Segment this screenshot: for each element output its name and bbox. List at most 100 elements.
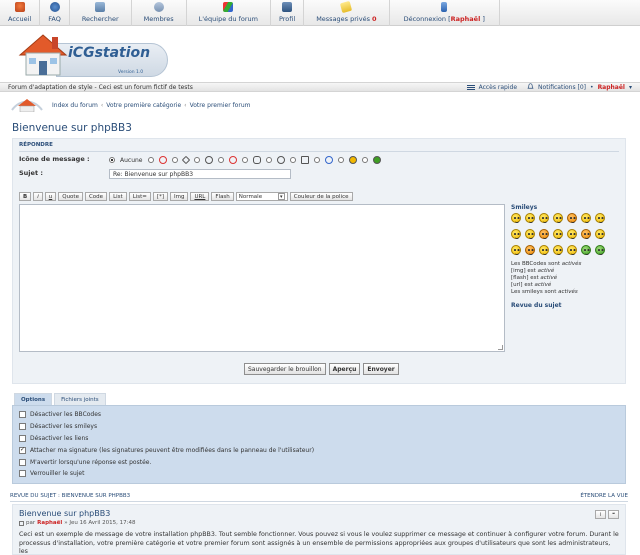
post-icon-radio[interactable] — [147, 157, 154, 163]
smiley-icon[interactable] — [595, 245, 605, 255]
submit-button[interactable]: Envoyer — [363, 363, 399, 375]
smiley-icon[interactable] — [539, 229, 549, 239]
font-color-button[interactable]: Couleur de la police — [289, 192, 353, 201]
option-row[interactable]: M'avertir lorsqu'une réponse est postée. — [19, 456, 619, 468]
post-author[interactable]: Raphaël — [37, 520, 62, 526]
post-icon-radio[interactable] — [289, 157, 296, 163]
speech-bubble-icon — [252, 156, 261, 164]
smiley-icon[interactable] — [525, 229, 535, 239]
nav-team[interactable]: L'équipe du forum — [187, 0, 271, 26]
bold-button[interactable]: B — [19, 192, 32, 201]
quick-access-link[interactable]: Accès rapide — [479, 84, 517, 91]
page-title[interactable]: Bienvenue sur phpBB3 — [12, 122, 132, 134]
italic-button[interactable]: i — [33, 192, 43, 201]
img-button[interactable]: Img — [169, 192, 189, 201]
font-size-select[interactable]: Normale ▾ — [235, 192, 288, 201]
post-icon-radio[interactable] — [217, 157, 224, 163]
smiley-icon[interactable] — [539, 213, 549, 223]
post-icon-radio[interactable] — [171, 157, 178, 163]
smiley-icon[interactable] — [567, 213, 577, 223]
chevron-down-icon: ▾ — [628, 83, 632, 91]
subject-label: Sujet : — [19, 169, 43, 177]
quote-button[interactable]: Quote — [58, 192, 83, 201]
logo-version: Version 1.0 — [118, 70, 144, 75]
nav-private-messages[interactable]: Messages privés 0 — [304, 0, 390, 26]
preview-button[interactable]: Aperçu — [328, 363, 361, 375]
list-item-button[interactable]: [*] — [152, 192, 168, 201]
smiley-icon[interactable] — [595, 229, 605, 239]
breadcrumb-item-index[interactable]: Index du forum — [52, 102, 98, 109]
smiley-icon[interactable] — [539, 245, 549, 255]
post-icon-radio[interactable] — [361, 157, 368, 163]
post-icon-radio-none[interactable] — [109, 157, 115, 163]
smiley-icon[interactable] — [595, 213, 605, 223]
flash-button[interactable]: Flash — [211, 192, 234, 201]
smiley-icon[interactable] — [553, 229, 563, 239]
user-menu[interactable]: Raphaël — [598, 84, 625, 91]
nav-members[interactable]: Membres — [132, 0, 187, 26]
checkbox[interactable] — [19, 423, 26, 431]
question-icon — [276, 156, 285, 164]
post-icon-radio[interactable] — [337, 157, 344, 163]
team-icon — [223, 2, 234, 12]
bbcode-status: Les BBCodes sont activés [img] est activ… — [511, 261, 582, 295]
post-icon-radio[interactable] — [241, 157, 248, 163]
expand-view-link[interactable]: ÉTENDRE LA VUE — [580, 493, 628, 501]
smiley-icon[interactable] — [567, 245, 577, 255]
tab-attachments[interactable]: Fichiers joints — [54, 393, 106, 405]
smiley-grid — [511, 213, 623, 255]
checkbox[interactable] — [19, 470, 26, 478]
breadcrumb-item-forum[interactable]: Votre premier forum — [190, 102, 251, 109]
underline-button[interactable]: u — [44, 192, 57, 201]
divider — [19, 151, 619, 152]
save-draft-button[interactable]: Sauvegarder le brouillon — [244, 363, 326, 375]
smiley-icon[interactable] — [553, 245, 563, 255]
smiley-icon[interactable] — [525, 245, 535, 255]
list-button[interactable]: List — [109, 192, 127, 201]
nav-home[interactable]: Accueil — [0, 0, 41, 26]
smiley-icon[interactable] — [567, 229, 577, 239]
checkbox-checked[interactable]: ✓ — [19, 446, 26, 454]
subject-input[interactable]: Re: Bienvenue sur phpBB3 — [109, 169, 291, 179]
code-button[interactable]: Code — [84, 192, 108, 201]
message-textarea[interactable] — [19, 204, 505, 352]
nav-search[interactable]: Rechercher — [70, 0, 132, 26]
post-icon-radio[interactable] — [193, 157, 200, 163]
option-row[interactable]: Désactiver les smileys — [19, 421, 619, 433]
url-button[interactable]: URL — [190, 192, 210, 201]
quote-button[interactable]: ❝ — [608, 510, 619, 519]
option-row[interactable]: Verrouiller le sujet — [19, 468, 619, 480]
nav-faq[interactable]: FAQ — [40, 0, 70, 26]
smiley-icon[interactable] — [511, 213, 521, 223]
option-row[interactable]: Désactiver les liens — [19, 433, 619, 445]
smiley-icon[interactable] — [581, 229, 591, 239]
option-row[interactable]: Désactiver les BBCodes — [19, 409, 619, 421]
post-title[interactable]: Bienvenue sur phpBB3 — [19, 509, 619, 518]
resize-handle[interactable] — [498, 345, 503, 350]
post-icon-radio[interactable] — [265, 157, 272, 163]
breadcrumb: Index du forum ‹ Votre première catégori… — [10, 96, 630, 114]
smiley-icon[interactable] — [581, 213, 591, 223]
ordered-list-button[interactable]: List= — [128, 192, 151, 201]
smiley-icon[interactable] — [553, 213, 563, 223]
option-row[interactable]: ✓ Attacher ma signature (les signatures p… — [19, 444, 619, 456]
info-button[interactable]: i — [595, 510, 606, 519]
checkbox[interactable] — [19, 458, 26, 466]
menu-icon — [466, 84, 475, 90]
members-icon — [153, 2, 164, 12]
breadcrumb-item-category[interactable]: Votre première catégorie — [106, 102, 181, 109]
tab-options[interactable]: Options — [14, 393, 53, 405]
smiley-icon[interactable] — [511, 229, 521, 239]
smiley-icon[interactable] — [511, 245, 521, 255]
smiley-icon[interactable] — [581, 245, 591, 255]
post-date: » Jeu 16 Avril 2015, 17:48 — [64, 520, 136, 526]
nav-profile[interactable]: Profil — [271, 0, 305, 26]
checkbox[interactable] — [19, 411, 26, 419]
nav-logout[interactable]: Déconnexion [Raphaël ] — [390, 0, 500, 26]
notifications-link[interactable]: Notifications [0] — [538, 84, 586, 91]
site-logo[interactable]: iCGstation Version 1.0 — [10, 29, 170, 79]
checkbox[interactable] — [19, 434, 26, 442]
post-icon-radio[interactable] — [313, 157, 320, 163]
topic-review-link[interactable]: Revue du sujet — [511, 302, 623, 309]
smiley-icon[interactable] — [525, 213, 535, 223]
